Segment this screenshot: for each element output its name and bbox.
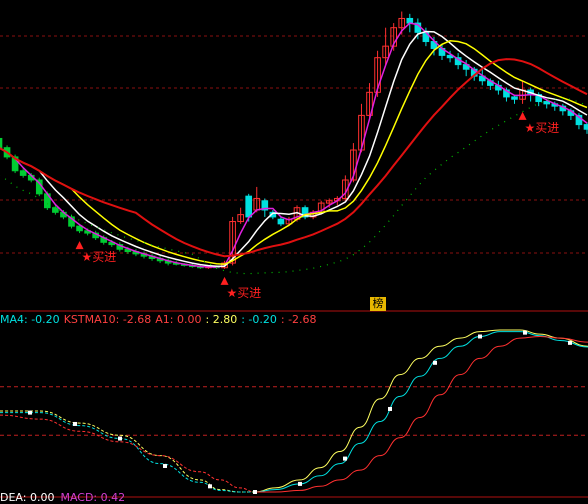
buy-signal-label: ★买进	[227, 286, 262, 300]
rank-badge[interactable]: 榜	[370, 297, 386, 311]
buy-arrow-icon	[75, 241, 84, 250]
indicator-line-dashed	[0, 412, 255, 493]
indicator-legend-item: KSTMA10: -2.68	[63, 313, 152, 326]
indicator-legend-item: : -2.68	[280, 313, 317, 326]
candle-body	[52, 207, 59, 213]
macd-legend-item: DEA: 0.00	[0, 491, 55, 504]
indicator-marker	[343, 456, 347, 461]
indicator-legend-item: MA4: -0.20	[0, 313, 60, 326]
indicator-marker	[28, 410, 32, 415]
indicator-marker	[73, 421, 77, 426]
indicator-line	[254, 329, 588, 493]
indicator-marker	[118, 436, 122, 441]
indicator-marker	[568, 340, 572, 345]
buy-arrow-icon	[220, 276, 229, 285]
buy-signal-label: ★买进	[82, 250, 117, 264]
indicator-legend-item: : -0.20	[241, 313, 277, 326]
candle-body	[19, 170, 27, 176]
indicator-marker	[253, 490, 257, 494]
indicator-marker	[163, 463, 167, 468]
indicator-legend-item: A1: 0.00	[155, 313, 202, 326]
candle-body	[511, 96, 518, 100]
macd-legend-item: MACD: 0.42	[60, 491, 126, 504]
candle-body	[277, 218, 285, 225]
indicator-marker	[208, 484, 212, 489]
candle-body	[583, 124, 588, 130]
indicator-line	[254, 331, 588, 493]
indicator-marker	[478, 334, 482, 339]
candle-body	[543, 101, 551, 105]
indicator-line-dashed	[0, 414, 256, 493]
indicator-marker	[388, 406, 392, 411]
buy-signal-label: ★买进	[525, 121, 560, 135]
stock-chart[interactable]: ★买进 ★买进 ★买进	[0, 0, 588, 502]
indicator-legend: MA4: -0.20 KSTMA10: -2.68 A1: 0.00: 2.80: …	[0, 313, 321, 326]
buy-arrow-icon	[518, 111, 527, 120]
candle-body	[245, 195, 253, 218]
macd-legend: DEA: 0.00 MACD: 0.42	[0, 491, 131, 504]
indicator-marker	[433, 360, 437, 365]
ma-dotted-line	[0, 97, 588, 275]
indicator-marker	[523, 330, 527, 335]
indicator-line	[254, 335, 588, 493]
indicator-marker	[298, 481, 302, 486]
indicator-legend-item: : 2.80	[205, 313, 238, 326]
candle-body	[0, 137, 3, 149]
